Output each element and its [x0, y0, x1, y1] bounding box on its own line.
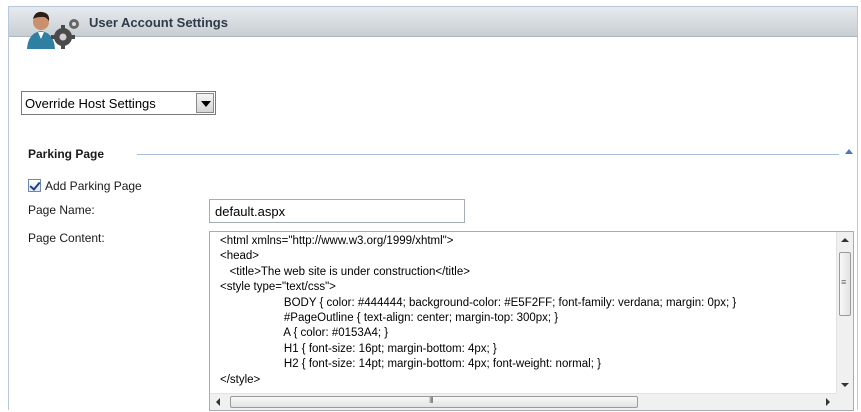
host-settings-select[interactable]: Override Host Settings: [21, 91, 216, 115]
page-content-line: <style type="text/css">: [220, 281, 336, 294]
vertical-scrollbar[interactable]: [836, 232, 853, 393]
collapse-arrow-icon[interactable]: [845, 149, 853, 154]
page-content-line: H2 { font-size: 14pt; margin-bottom: 4px…: [220, 358, 601, 371]
page-content-line: #PageOutline { text-align: center; margi…: [220, 311, 559, 324]
add-parking-page-checkbox[interactable]: [28, 179, 41, 192]
page-content-text: <html xmlns="http://www.w3.org/1999/xhtm…: [220, 234, 835, 392]
page-content-textarea[interactable]: <html xmlns="http://www.w3.org/1999/xhtm…: [209, 231, 854, 411]
scrollbar-corner: [836, 393, 853, 410]
page-name-label: Page Name:: [28, 203, 95, 217]
page-content-line: H1 { font-size: 16pt; margin-bottom: 4px…: [220, 342, 497, 355]
panel-title-bar: User Account Settings: [9, 7, 857, 37]
host-settings-selected-value: Override Host Settings: [25, 96, 156, 111]
page-content-label: Page Content:: [28, 231, 105, 245]
page-name-value: default.aspx: [215, 204, 286, 219]
user-settings-icon: [27, 11, 79, 49]
page-content-line: BODY { color: #444444; background-color:…: [220, 296, 737, 309]
scroll-down-arrow-icon[interactable]: [841, 383, 849, 387]
scroll-left-arrow-icon[interactable]: [216, 398, 220, 406]
page-name-input[interactable]: default.aspx: [209, 199, 465, 223]
vertical-scroll-thumb[interactable]: [839, 252, 851, 316]
scroll-right-arrow-icon[interactable]: [826, 398, 830, 406]
horizontal-scroll-thumb[interactable]: [230, 396, 638, 408]
page-content-line: A { color: #0153A4; }: [220, 327, 389, 340]
add-parking-page-label: Add Parking Page: [45, 179, 142, 193]
panel-title: User Account Settings: [89, 15, 228, 30]
page-content-line: <title>The web site is under constructio…: [220, 265, 470, 278]
page-content-line: </style>: [220, 373, 261, 386]
page-content-line: <head>: [220, 250, 260, 263]
page-content-line: <html xmlns="http://www.w3.org/1999/xhtm…: [220, 235, 454, 247]
horizontal-scrollbar[interactable]: [210, 393, 836, 410]
settings-panel: User Account Settings Override Host Sett…: [8, 6, 858, 411]
section-title-parking-page: Parking Page: [28, 147, 105, 161]
scroll-up-arrow-icon[interactable]: [841, 238, 849, 242]
section-divider: [137, 154, 839, 155]
chevron-down-icon[interactable]: [196, 93, 214, 113]
